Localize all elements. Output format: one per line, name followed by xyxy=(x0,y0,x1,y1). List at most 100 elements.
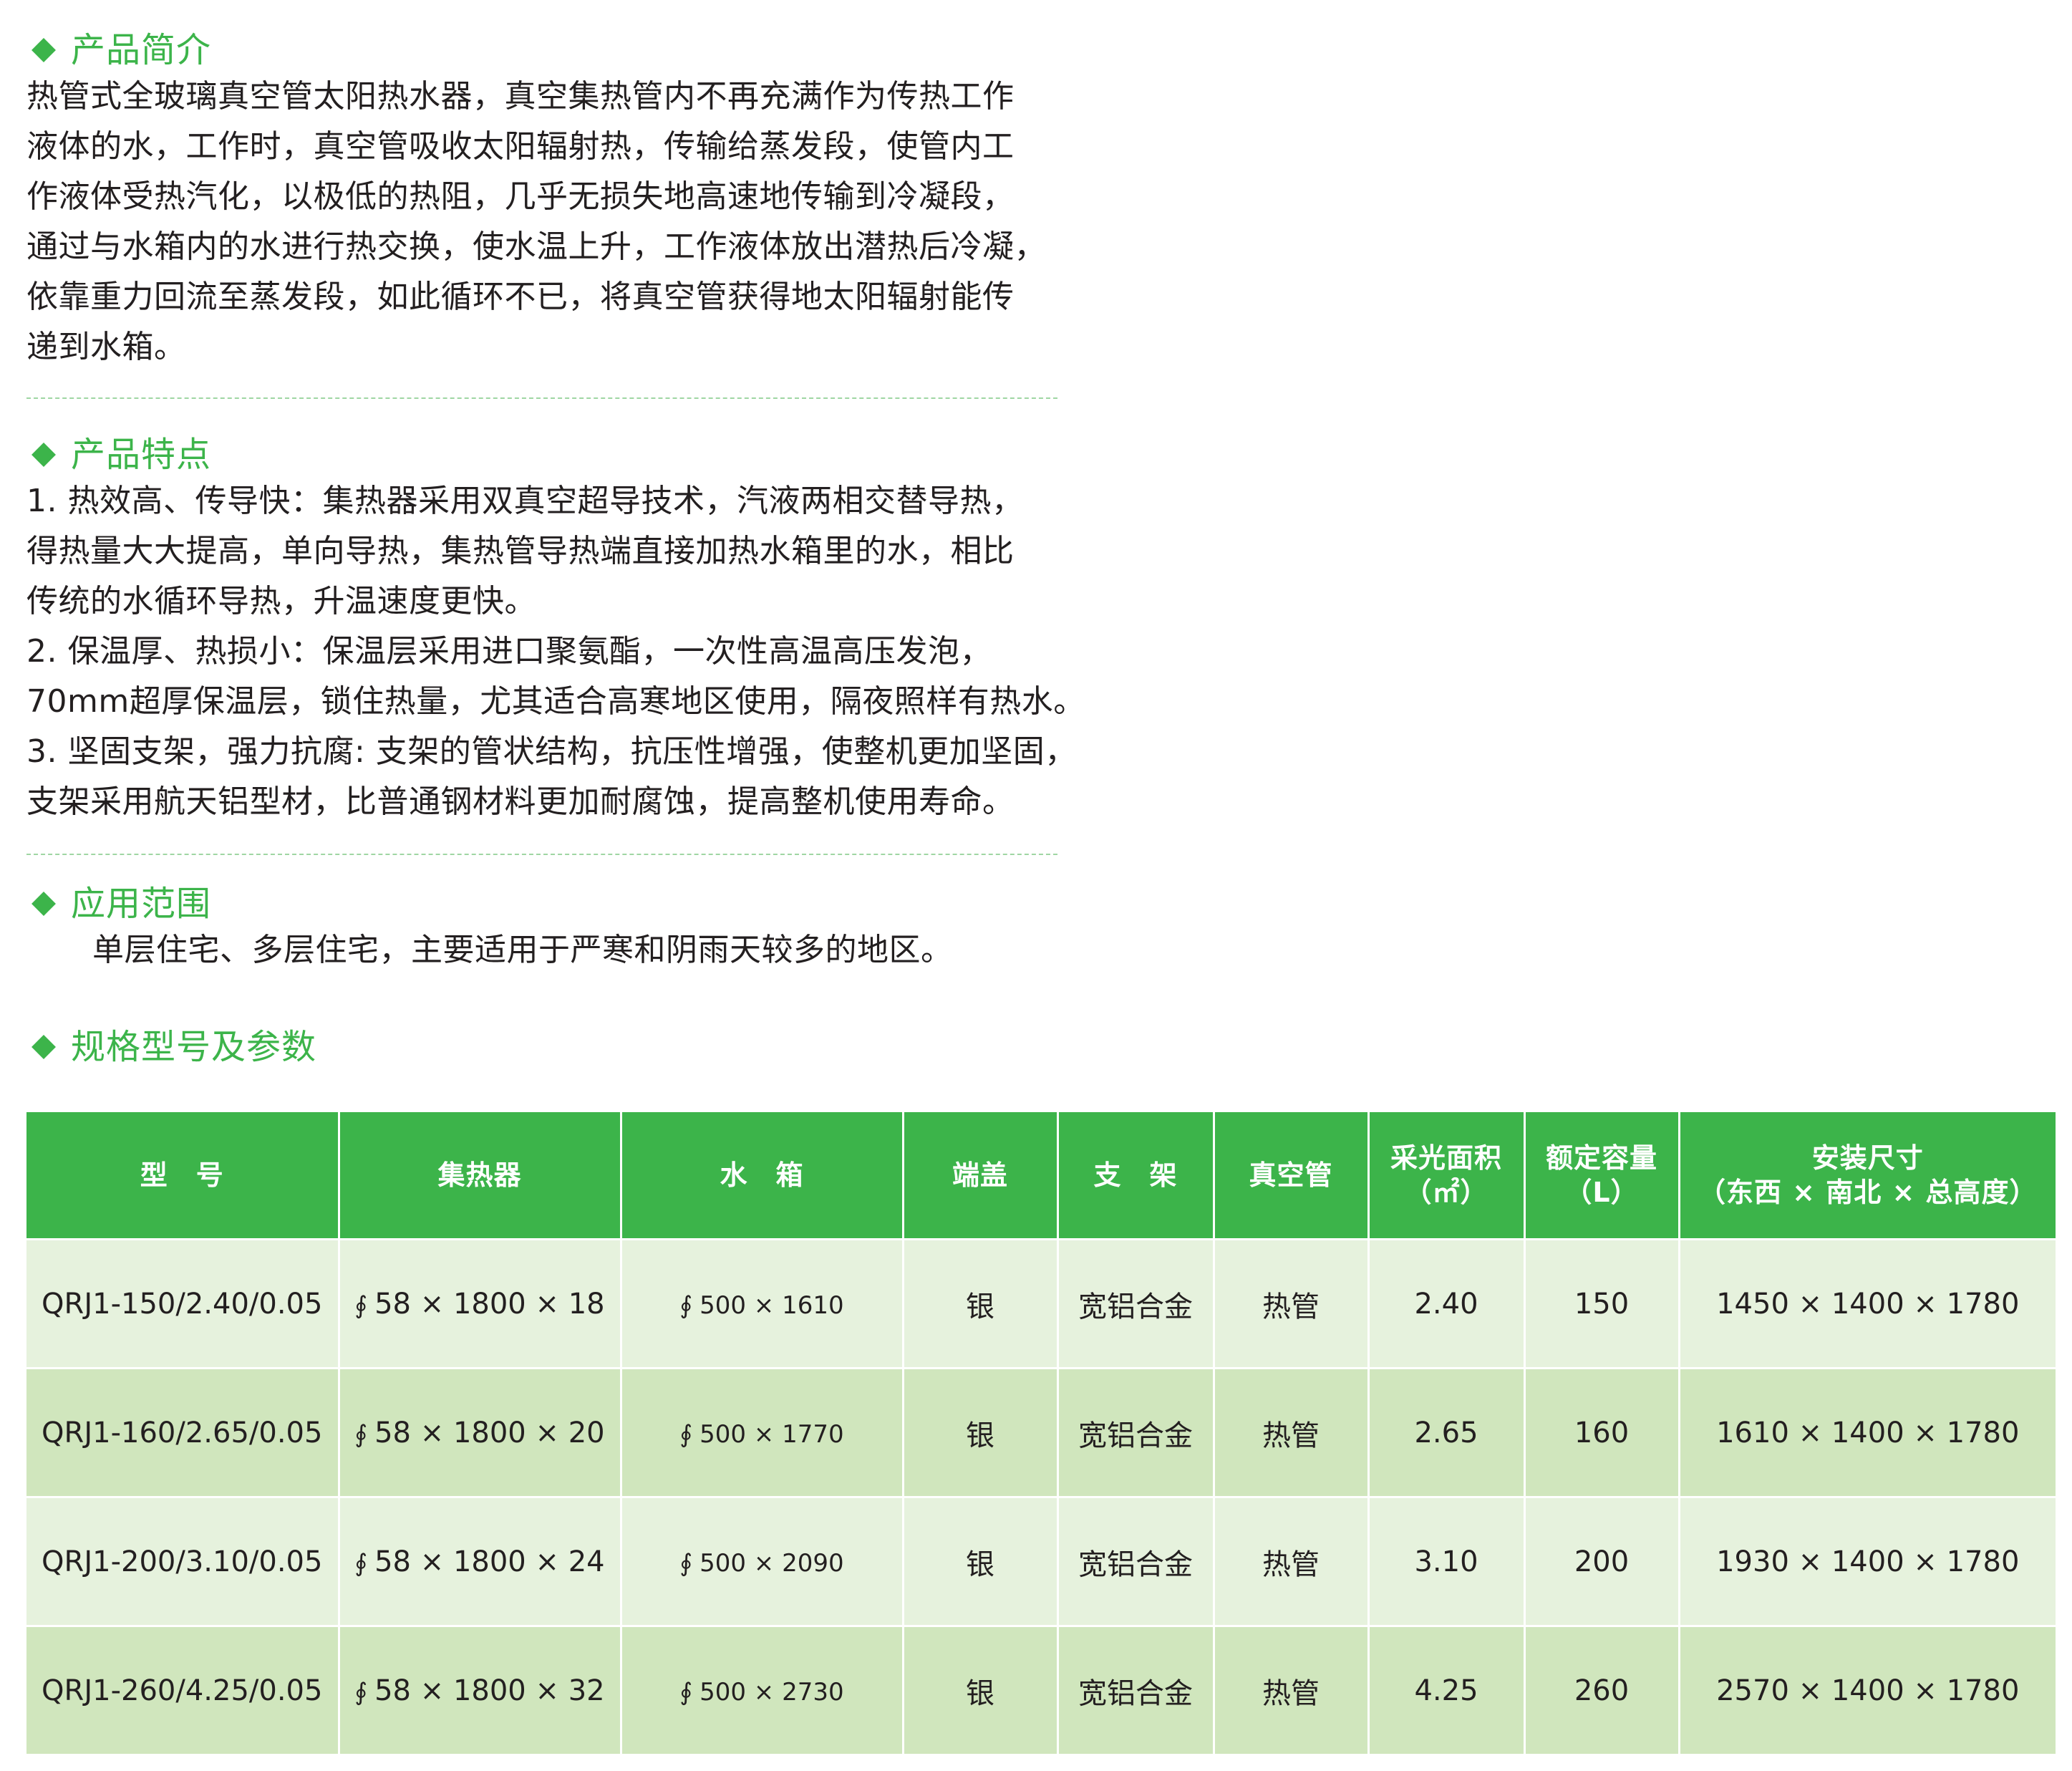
intro-line: 依靠重力回流至蒸发段，如此循环不已，将真空管获得地太阳辐射能传 xyxy=(26,279,1015,315)
cell-install: 1610 × 1400 × 1780 xyxy=(1679,1367,2056,1497)
collector-value: 58 × 1800 × 20 xyxy=(374,1416,605,1449)
features-title: 产品特点 xyxy=(71,435,212,475)
tank-value: 500 × 2730 xyxy=(699,1677,844,1707)
cell-tank: ∮ 500 × 2090 xyxy=(621,1496,904,1626)
collector-value: 58 × 1800 × 18 xyxy=(374,1287,605,1321)
header-area-line1: 采光面积 xyxy=(1390,1142,1502,1174)
cell-model: QRJ1-200/3.10/0.05 xyxy=(26,1496,340,1626)
header-capacity: 额定容量 （L） xyxy=(1524,1112,1680,1240)
specs-section: 规格型号及参数 xyxy=(26,1026,1057,1068)
header-tank: 水 箱 xyxy=(621,1112,904,1240)
phi-symbol: ∮ xyxy=(679,1419,693,1449)
cell-tank: ∮ 500 × 1610 xyxy=(621,1238,904,1369)
cell-collector: ∮ 58 × 1800 × 20 xyxy=(339,1367,622,1497)
phi-symbol: ∮ xyxy=(354,1677,368,1707)
cell-bracket: 宽铝合金 xyxy=(1057,1238,1215,1369)
features-line: 得热量大大提高，单向导热，集热管导热端直接加热水箱里的水，相比 xyxy=(26,533,1015,569)
table-row: QRJ1-150/2.40/0.05 ∮ 58 × 1800 × 18 ∮ 500 … xyxy=(26,1238,2056,1369)
collector-value: 58 × 1800 × 24 xyxy=(374,1545,605,1578)
cell-cap: 银 xyxy=(903,1625,1059,1754)
phi-symbol: ∮ xyxy=(679,1677,693,1707)
diamond-bullet-icon xyxy=(32,892,56,916)
cell-area: 2.40 xyxy=(1368,1238,1526,1369)
section-divider xyxy=(26,854,1057,855)
cell-bracket: 宽铝合金 xyxy=(1057,1625,1215,1754)
header-install-line2: （东西 × 南北 × 总高度） xyxy=(1698,1177,2038,1208)
application-title: 应用范围 xyxy=(71,884,212,924)
cell-cap: 银 xyxy=(903,1238,1059,1369)
cell-install: 1450 × 1400 × 1780 xyxy=(1679,1238,2056,1369)
intro-section: 产品简介 热管式全玻璃真空管太阳热水器，真空集热管内不再充满作为传热工作 液体的… xyxy=(26,29,1057,372)
features-section: 产品特点 1. 热效高、传导快：集热器采用双真空超导技术，汽液两相交替导热， 得… xyxy=(26,433,1085,827)
cell-capacity: 160 xyxy=(1524,1367,1680,1497)
table-header-row: 型 号 集热器 水 箱 端盖 支 架 真空管 采光面积 （㎡） 额定容量 （L）… xyxy=(26,1112,2056,1240)
table-row: QRJ1-160/2.65/0.05 ∮ 58 × 1800 × 20 ∮ 500 … xyxy=(26,1367,2056,1497)
cell-model: QRJ1-160/2.65/0.05 xyxy=(26,1367,340,1497)
cell-bracket: 宽铝合金 xyxy=(1057,1367,1215,1497)
cell-cap: 银 xyxy=(903,1496,1059,1626)
features-line: 传统的水循环导热，升温速度更快。 xyxy=(26,583,536,619)
features-line: 2. 保温厚、热损小：保温层采用进口聚氨酯，一次性高温高压发泡， xyxy=(26,633,992,670)
specs-heading: 规格型号及参数 xyxy=(26,1026,1057,1068)
header-bracket: 支 架 xyxy=(1057,1112,1215,1240)
tank-value: 500 × 1610 xyxy=(699,1290,844,1320)
application-section: 应用范围 单层住宅、多层住宅，主要适用于严寒和阴雨天较多的地区。 xyxy=(26,882,1057,975)
cell-model: QRJ1-150/2.40/0.05 xyxy=(26,1238,340,1369)
cell-collector: ∮ 58 × 1800 × 32 xyxy=(339,1625,622,1754)
specs-table-wrapper: 型 号 集热器 水 箱 端盖 支 架 真空管 采光面积 （㎡） 额定容量 （L）… xyxy=(26,1112,2056,1754)
intro-line: 作液体受热汽化，以极低的热阻，几乎无损失地高速地传输到冷凝段， xyxy=(26,178,1015,215)
features-line: 1. 热效高、传导快：集热器采用双真空超导技术，汽液两相交替导热， xyxy=(26,483,1024,519)
phi-symbol: ∮ xyxy=(354,1419,368,1449)
cell-capacity: 200 xyxy=(1524,1496,1680,1626)
phi-symbol: ∮ xyxy=(679,1548,693,1578)
features-line: 70mm超厚保温层，锁住热量，尤其适合高寒地区使用，隔夜照样有热水。 xyxy=(26,683,1085,720)
cell-collector: ∮ 58 × 1800 × 18 xyxy=(339,1238,622,1369)
header-cap: 端盖 xyxy=(903,1112,1059,1240)
intro-line: 递到水箱。 xyxy=(26,329,186,365)
cell-capacity: 260 xyxy=(1524,1625,1680,1754)
collector-value: 58 × 1800 × 32 xyxy=(374,1674,605,1707)
cell-tube: 热管 xyxy=(1214,1496,1370,1626)
cell-install: 1930 × 1400 × 1780 xyxy=(1679,1496,2056,1626)
cell-tank: ∮ 500 × 1770 xyxy=(621,1367,904,1497)
intro-line: 通过与水箱内的水进行热交换，使水温上升，工作液体放出潜热后冷凝， xyxy=(26,228,1046,265)
cell-area: 2.65 xyxy=(1368,1367,1526,1497)
header-area-line2: （㎡） xyxy=(1404,1177,1488,1208)
diamond-bullet-icon xyxy=(32,1035,56,1059)
cell-capacity: 150 xyxy=(1524,1238,1680,1369)
header-collector: 集热器 xyxy=(339,1112,622,1240)
diamond-bullet-icon xyxy=(32,38,56,62)
intro-heading: 产品简介 xyxy=(26,29,1057,72)
cell-tube: 热管 xyxy=(1214,1367,1370,1497)
specs-table: 型 号 集热器 水 箱 端盖 支 架 真空管 采光面积 （㎡） 额定容量 （L）… xyxy=(26,1112,2056,1754)
header-tube: 真空管 xyxy=(1214,1112,1370,1240)
header-model: 型 号 xyxy=(26,1112,340,1240)
section-divider xyxy=(26,397,1057,399)
features-heading: 产品特点 xyxy=(26,433,1057,476)
application-heading: 应用范围 xyxy=(26,882,1057,925)
cell-area: 4.25 xyxy=(1368,1625,1526,1754)
features-line: 支架采用航天铝型材，比普通钢材料更加耐腐蚀，提高整机使用寿命。 xyxy=(26,783,1015,820)
header-area: 采光面积 （㎡） xyxy=(1368,1112,1526,1240)
phi-symbol: ∮ xyxy=(679,1290,693,1320)
header-capacity-line1: 额定容量 xyxy=(1545,1142,1657,1174)
cell-tube: 热管 xyxy=(1214,1238,1370,1369)
header-capacity-line2: （L） xyxy=(1564,1177,1639,1208)
cell-bracket: 宽铝合金 xyxy=(1057,1496,1215,1626)
header-install-line1: 安装尺寸 xyxy=(1811,1142,1924,1174)
application-text: 单层住宅、多层住宅，主要适用于严寒和阴雨天较多的地区。 xyxy=(92,932,953,968)
tank-value: 500 × 2090 xyxy=(699,1548,844,1578)
features-line: 3. 坚固支架，强力抗腐: 支架的管状结构，抗压性增强，使整机更加坚固， xyxy=(26,733,1077,770)
table-row: QRJ1-200/3.10/0.05 ∮ 58 × 1800 × 24 ∮ 500 … xyxy=(26,1496,2056,1626)
cell-collector: ∮ 58 × 1800 × 24 xyxy=(339,1496,622,1626)
cell-cap: 银 xyxy=(903,1367,1059,1497)
specs-title: 规格型号及参数 xyxy=(71,1027,317,1067)
cell-tube: 热管 xyxy=(1214,1625,1370,1754)
cell-tank: ∮ 500 × 2730 xyxy=(621,1625,904,1754)
tank-value: 500 × 1770 xyxy=(699,1419,844,1449)
phi-symbol: ∮ xyxy=(354,1548,368,1578)
table-row: QRJ1-260/4.25/0.05 ∮ 58 × 1800 × 32 ∮ 500 … xyxy=(26,1625,2056,1754)
intro-line: 热管式全玻璃真空管太阳热水器，真空集热管内不再充满作为传热工作 xyxy=(26,78,1015,115)
intro-line: 液体的水，工作时，真空管吸收太阳辐射热，传输给蒸发段，使管内工 xyxy=(26,128,1015,165)
phi-symbol: ∮ xyxy=(354,1290,368,1320)
